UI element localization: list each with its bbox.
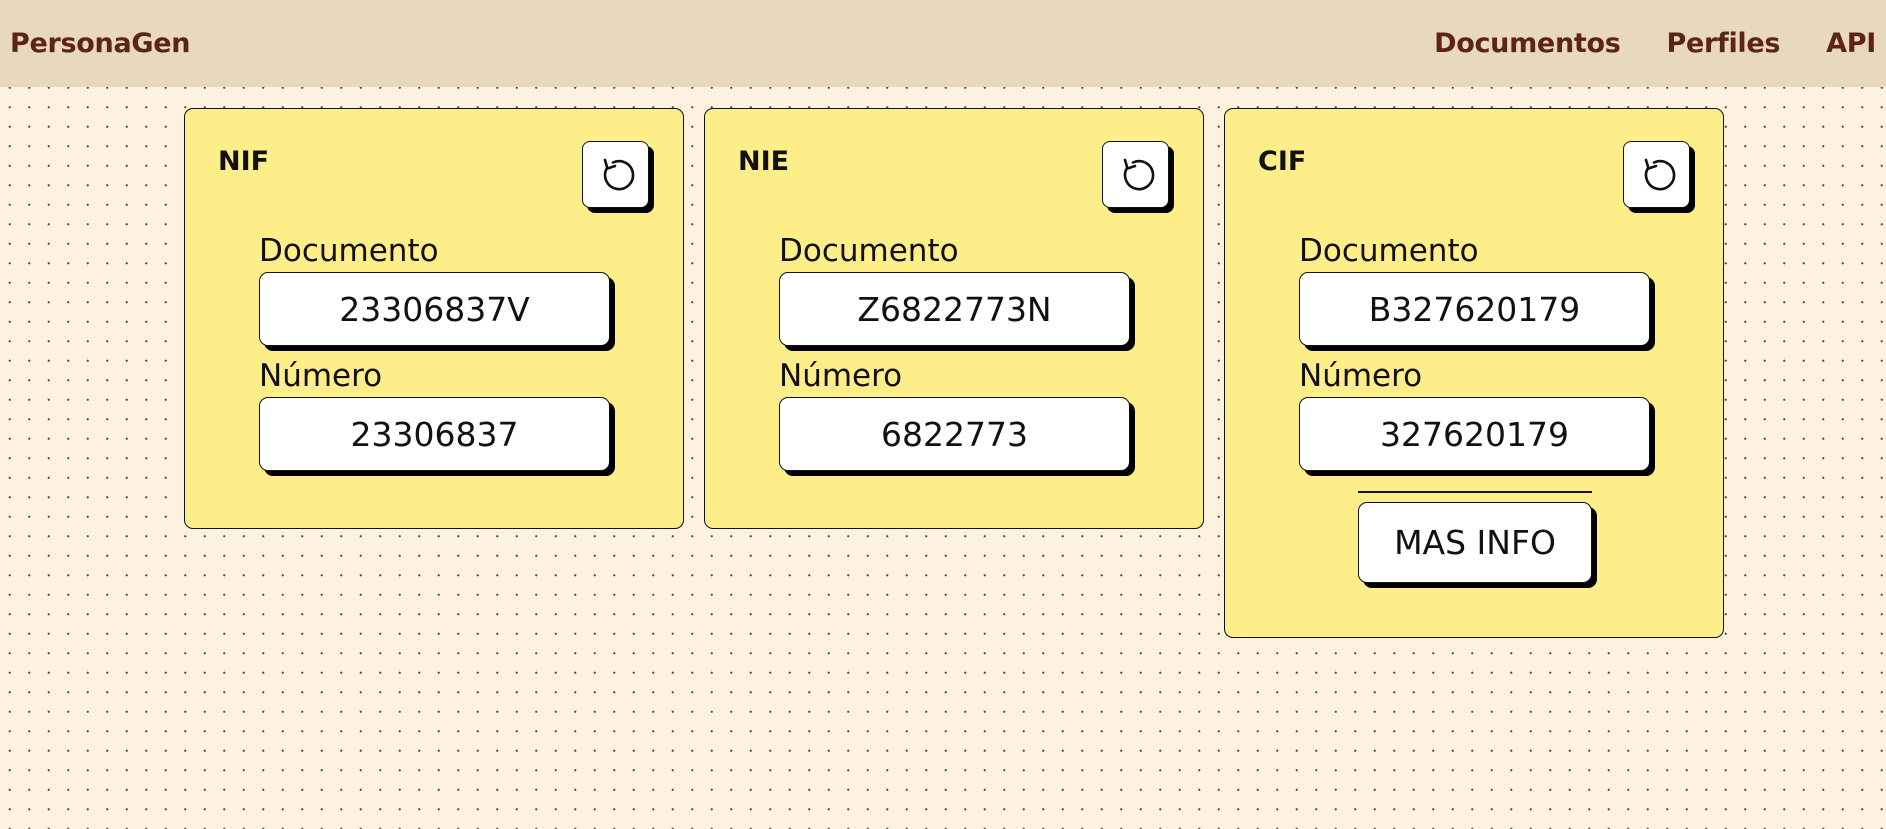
- documento-field[interactable]: Z6822773N: [779, 272, 1130, 346]
- nav-link-perfiles[interactable]: Perfiles: [1667, 28, 1781, 59]
- card-title: CIF: [1258, 146, 1307, 177]
- brand-logo[interactable]: PersonaGen: [10, 28, 190, 59]
- refresh-icon: [603, 158, 634, 190]
- numero-field[interactable]: 23306837: [259, 397, 610, 471]
- numero-field[interactable]: 6822773: [779, 397, 1130, 471]
- numero-label: Número: [1299, 358, 1423, 394]
- more-info-button[interactable]: MAS INFO: [1358, 502, 1592, 583]
- refresh-icon: [1123, 158, 1154, 190]
- nav-link-api[interactable]: API: [1826, 28, 1876, 59]
- card-title: NIF: [218, 146, 270, 177]
- card-cif: CIF Documento B327620179 Número 32762017…: [1224, 108, 1724, 638]
- divider: [1358, 491, 1592, 493]
- documento-field[interactable]: 23306837V: [259, 272, 610, 346]
- card-title: NIE: [738, 146, 790, 177]
- refresh-button[interactable]: [582, 141, 649, 208]
- refresh-icon: [1644, 158, 1675, 190]
- card-nie: NIE Documento Z6822773N Número 6822773: [704, 108, 1204, 529]
- numero-label: Número: [779, 358, 903, 394]
- nav-link-documentos[interactable]: Documentos: [1434, 28, 1621, 59]
- documento-label: Documento: [259, 233, 439, 269]
- nav-links: Documentos Perfiles API: [1434, 28, 1876, 59]
- card-nif: NIF Documento 23306837V Número 23306837: [184, 108, 684, 529]
- numero-label: Número: [259, 358, 383, 394]
- numero-field[interactable]: 327620179: [1299, 397, 1650, 471]
- navbar: PersonaGen Documentos Perfiles API: [0, 0, 1886, 87]
- refresh-button[interactable]: [1623, 141, 1690, 208]
- documento-field[interactable]: B327620179: [1299, 272, 1650, 346]
- refresh-button[interactable]: [1102, 141, 1169, 208]
- documento-label: Documento: [1299, 233, 1479, 269]
- documento-label: Documento: [779, 233, 959, 269]
